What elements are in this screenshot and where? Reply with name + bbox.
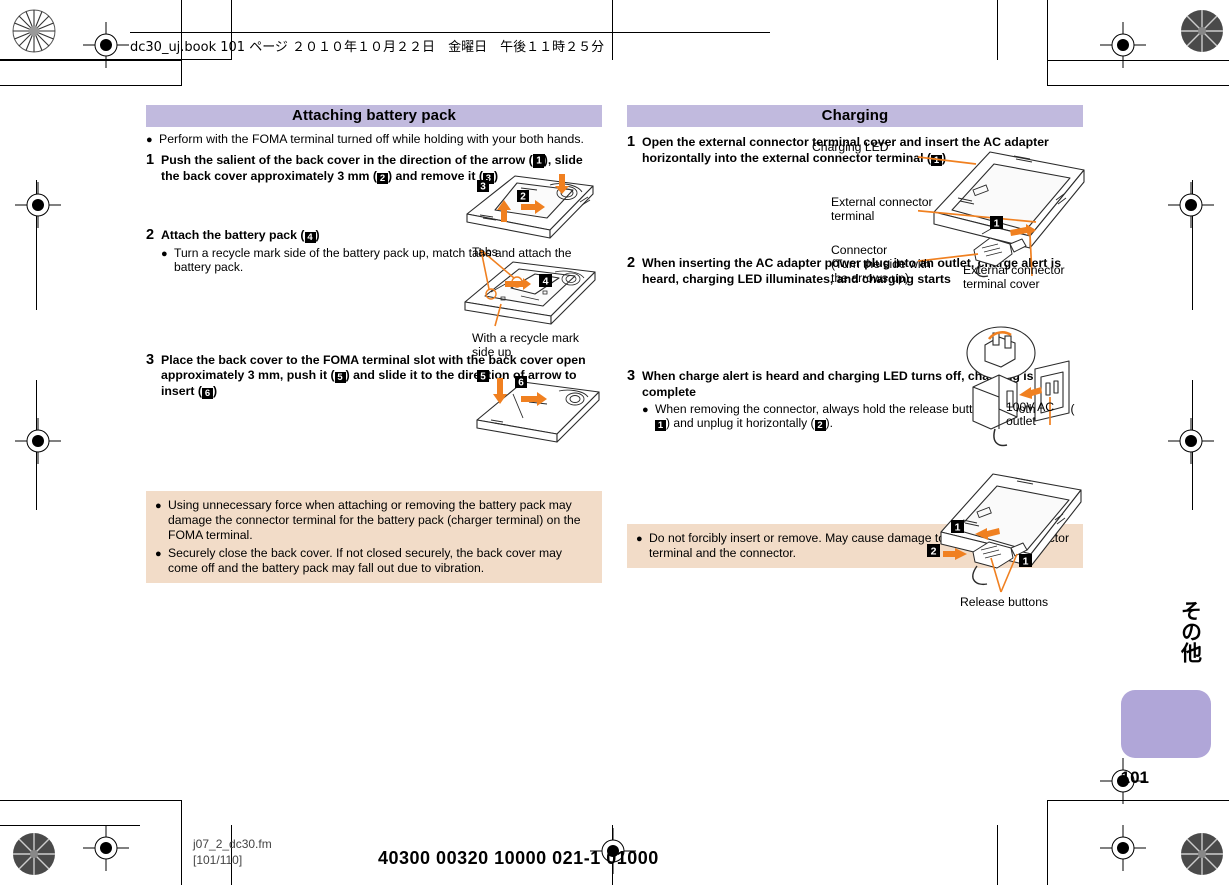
label-external-connector-terminal-cover: External connector terminal cover <box>963 263 1065 292</box>
marker-6: 6 <box>202 387 213 399</box>
bullet-dot-icon: ● <box>161 247 168 260</box>
step-number: 2 <box>627 255 636 271</box>
crosshair-registration-mark <box>1100 22 1146 68</box>
figure-back-cover-insert: 5 6 <box>467 368 607 446</box>
section-heading-attaching-battery-pack: Attaching battery pack <box>146 105 602 127</box>
crop-mark-line <box>1047 85 1229 86</box>
starburst-registration-mark <box>1180 832 1224 876</box>
footer-file-info: j07_2_dc30.fm [101/110] <box>193 836 272 868</box>
starburst-registration-mark <box>12 832 56 876</box>
label-connector: Connector (Turn the side with the arrows… <box>831 243 931 286</box>
book-header-text: dc30_uj.book 101 ページ ２０１０年１０月２２日 金曜日 午後１… <box>130 40 605 55</box>
svg-text:1: 1 <box>536 156 542 167</box>
label-charging-led: Charging LED <box>812 140 889 154</box>
bullet-dot-icon: ● <box>155 548 162 561</box>
starburst-registration-mark <box>1180 9 1224 53</box>
svg-text:6: 6 <box>518 378 524 389</box>
step-number: 3 <box>627 368 636 384</box>
crosshair-registration-mark <box>1100 825 1146 871</box>
crosshair-registration-mark <box>83 825 129 871</box>
marker-2: 2 <box>814 420 826 432</box>
figure-battery-pack-insert: 4 <box>455 248 605 328</box>
bullet-dot-icon: ● <box>636 533 643 546</box>
svg-text:4: 4 <box>543 276 549 288</box>
footer-page-range: [101/110] <box>193 853 243 867</box>
svg-text:2: 2 <box>520 192 526 203</box>
figure-connector-removal: 1 2 1 <box>925 462 1085 597</box>
note-text: Using unnecessary force when attaching o… <box>168 498 581 542</box>
step-number: 1 <box>146 152 155 168</box>
side-tab-label: その他 <box>1175 600 1205 669</box>
note-box-battery: ● Using unnecessary force when attaching… <box>146 491 602 584</box>
note-text: Securely close the back cover. If not cl… <box>168 546 563 575</box>
page-number: 101 <box>1120 768 1149 787</box>
footer-print-code: 40300 00320 10000 021-1 01000 <box>378 848 659 868</box>
svg-text:1: 1 <box>1023 556 1029 568</box>
note-bullet: ● Securely close the back cover. If not … <box>155 546 593 575</box>
crosshair-registration-mark <box>1168 182 1214 228</box>
label-release-buttons: Release buttons <box>960 595 1049 609</box>
crop-mark-line <box>1047 0 1048 86</box>
svg-text:2: 2 <box>931 546 937 558</box>
step-number: 1 <box>627 134 636 150</box>
marker-4: 4 <box>304 232 316 243</box>
side-tab-text: その他 <box>1178 600 1203 663</box>
note-bullet: ● Using unnecessary force when attaching… <box>155 498 593 542</box>
svg-text:5: 5 <box>480 372 486 383</box>
figure-connector-insert: 1 <box>918 138 1090 278</box>
label-recycle-mark-side-up: With a recycle mark side up <box>472 331 579 360</box>
intro-bullet-text: Perform with the FOMA terminal turned of… <box>159 132 584 146</box>
footer-file-name: j07_2_dc30.fm <box>193 837 272 851</box>
step-number: 3 <box>146 351 155 368</box>
svg-text:1: 1 <box>955 522 961 534</box>
svg-text:3: 3 <box>480 182 486 193</box>
crop-mark-line <box>997 825 998 885</box>
label-tabs: Tabs <box>472 245 498 259</box>
book-header-line: dc30_uj.book 101 ページ ２０１０年１０月２２日 金曜日 午後１… <box>130 32 770 55</box>
marker-2: 2 <box>376 172 388 184</box>
starburst-registration-mark <box>12 9 56 53</box>
crosshair-registration-mark <box>83 22 129 68</box>
svg-text:1: 1 <box>994 218 1000 230</box>
crosshair-registration-mark <box>15 182 61 228</box>
label-100v-ac-outlet: 100V AC outlet <box>1006 400 1055 429</box>
manual-page: dc30_uj.book 101 ページ ２０１０年１０月２２日 金曜日 午後１… <box>0 0 1229 885</box>
marker-5: 5 <box>334 372 346 384</box>
label-external-connector-terminal: External connector terminal <box>831 195 933 224</box>
figure-ac-adapter-outlet <box>955 325 1085 450</box>
bullet-dot-icon: ● <box>642 404 649 416</box>
figure-back-cover-removal: 1 2 3 <box>455 152 605 244</box>
crosshair-registration-mark <box>15 418 61 464</box>
bullet-dot-icon: ● <box>146 134 153 146</box>
step-number: 2 <box>146 227 155 243</box>
crop-mark-line <box>181 800 182 885</box>
crop-mark-line <box>997 0 998 60</box>
crop-mark-line <box>0 800 182 801</box>
bullet-dot-icon: ● <box>155 500 162 513</box>
intro-bullet: ● Perform with the FOMA terminal turned … <box>146 132 602 147</box>
crop-mark-line <box>0 85 182 86</box>
crop-mark-line <box>1047 800 1048 885</box>
crosshair-registration-mark <box>1168 418 1214 464</box>
marker-1: 1 <box>655 420 666 432</box>
side-tab-box <box>1121 690 1211 758</box>
section-heading-charging: Charging <box>627 105 1083 127</box>
